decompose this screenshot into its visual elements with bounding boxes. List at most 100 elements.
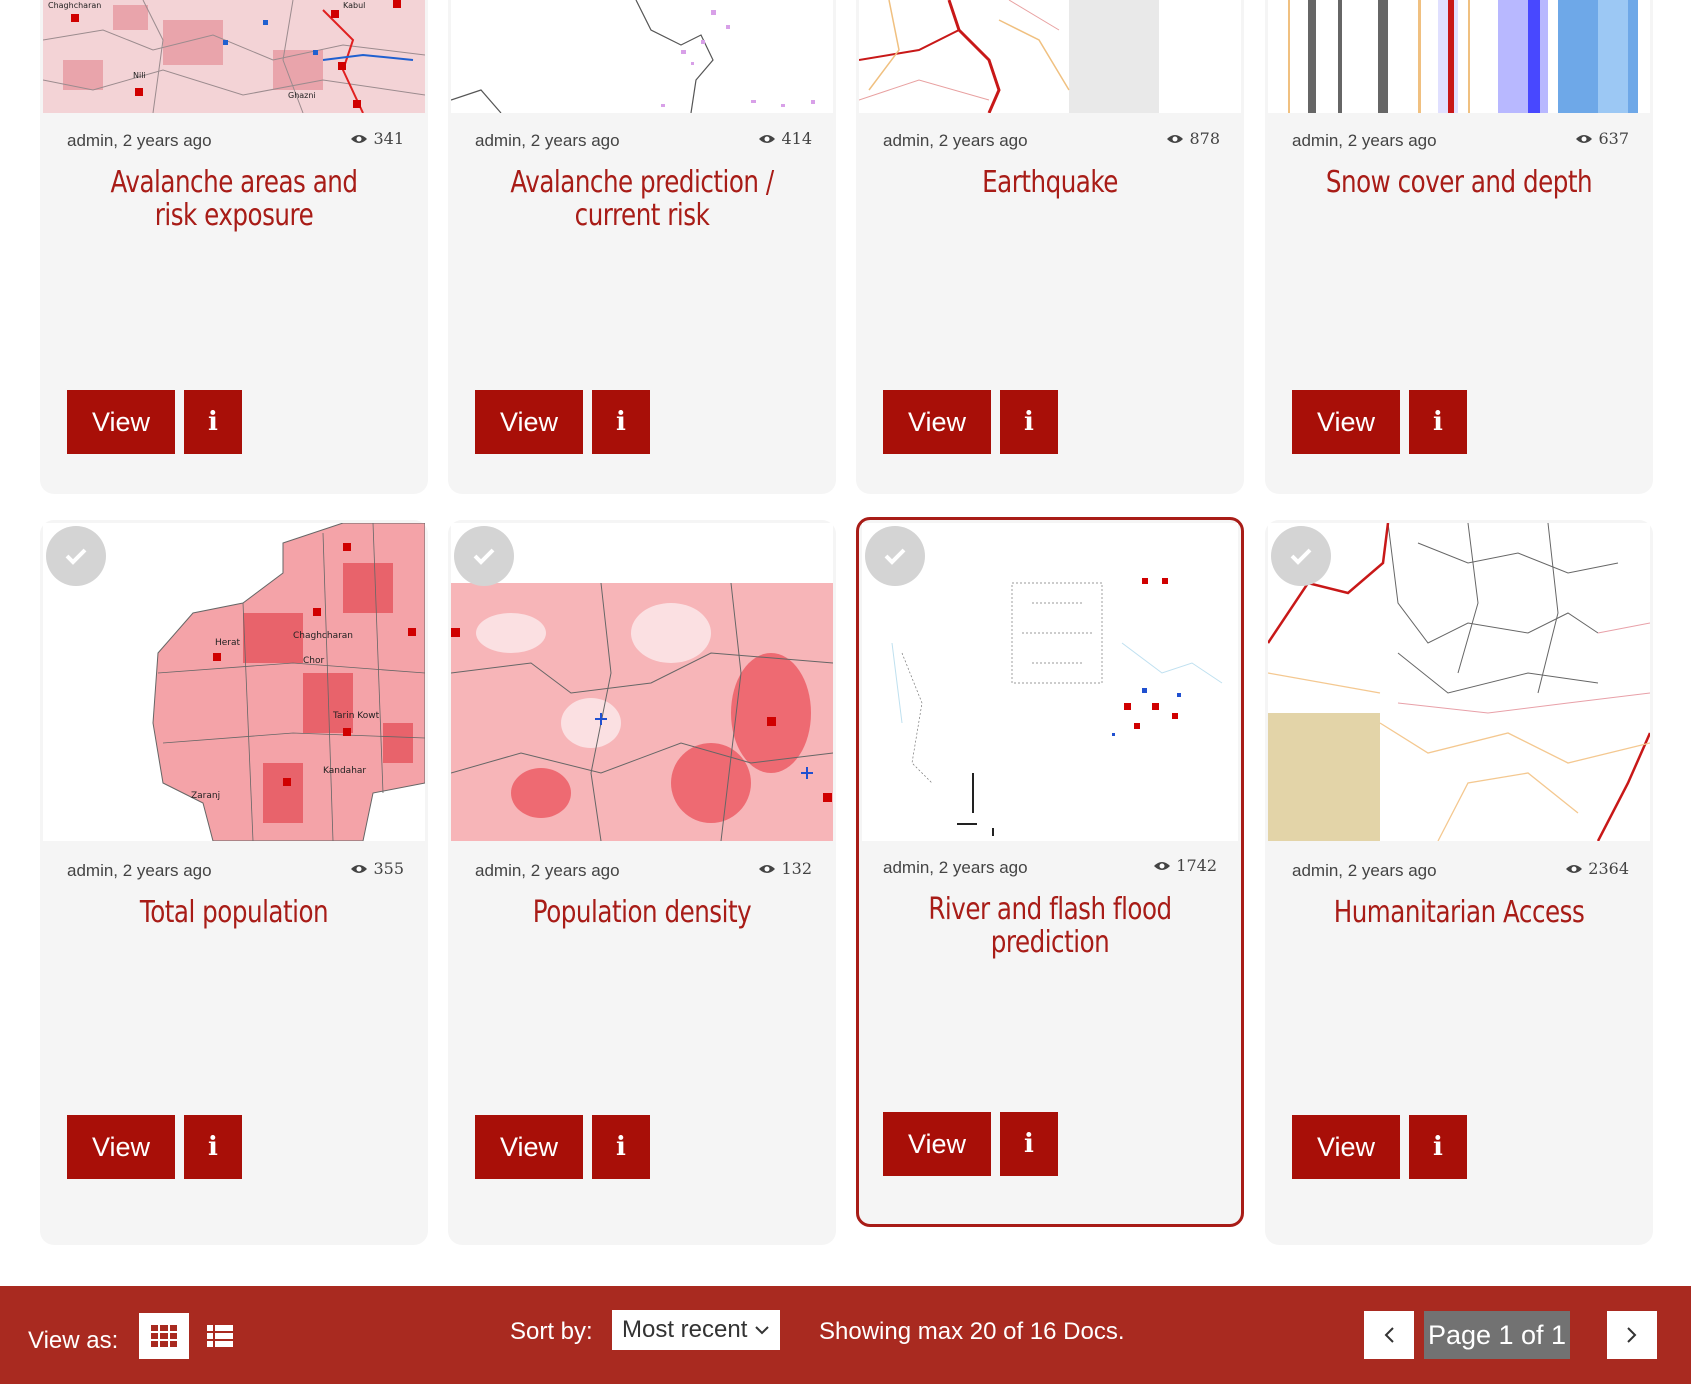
view-count: 341 <box>350 129 404 148</box>
eye-icon <box>759 864 776 873</box>
card-meta: admin, 2 years ago 1742 <box>883 856 1217 880</box>
sort-value: Most recent <box>622 1316 748 1343</box>
eye-icon <box>1154 861 1171 870</box>
svg-text:Zaranj: Zaranj <box>191 791 220 801</box>
doc-card: admin, 2 years ago 637 Snow cover and de… <box>1265 0 1653 494</box>
card-title[interactable]: Total population <box>91 896 376 929</box>
eye-icon <box>1576 134 1593 143</box>
grid-view-button[interactable] <box>139 1313 189 1359</box>
view-button[interactable]: View <box>1292 1115 1400 1179</box>
svg-text:Chaghcharan: Chaghcharan <box>293 631 353 641</box>
card-meta: admin, 2 years ago 637 <box>1292 129 1629 153</box>
view-count-value: 414 <box>781 129 812 148</box>
previous-page-button[interactable] <box>1364 1311 1414 1359</box>
card-meta: admin, 2 years ago 341 <box>67 129 404 153</box>
view-count: 878 <box>1166 129 1220 148</box>
doc-card: admin, 2 years ago 414 Avalanche predict… <box>448 0 836 494</box>
svg-text:Nili: Nili <box>133 71 146 80</box>
doc-card: Chaghcharan Herat Chor Tarin Kowt Zaranj Kand… <box>40 520 428 1245</box>
author-date: admin, 2 years ago <box>475 861 620 880</box>
svg-text:Ghazni: Ghazni <box>288 91 316 100</box>
map-thumbnail[interactable] <box>859 0 1241 113</box>
list-view-button[interactable] <box>195 1313 245 1359</box>
eye-icon <box>1167 134 1184 143</box>
card-meta: admin, 2 years ago 878 <box>883 129 1220 153</box>
next-page-button[interactable] <box>1607 1311 1657 1359</box>
view-count-value: 637 <box>1598 129 1629 148</box>
eye-icon <box>759 134 776 143</box>
info-button[interactable]: i <box>592 1115 650 1179</box>
svg-text:Kandahar: Kandahar <box>323 766 366 776</box>
checkmark-icon <box>473 548 495 565</box>
checkmark-icon <box>1290 548 1312 565</box>
view-count-value: 2364 <box>1588 859 1629 878</box>
select-checkbox[interactable] <box>46 526 106 586</box>
doc-card: admin, 2 years ago 878 Earthquake View i <box>856 0 1244 494</box>
map-thumbnail[interactable] <box>1268 0 1650 113</box>
sort-label: Sort by: <box>510 1318 593 1345</box>
doc-card: admin, 2 years ago 2364 Humanitarian Acc… <box>1265 520 1653 1245</box>
view-button[interactable]: View <box>883 390 991 454</box>
info-button[interactable]: i <box>592 390 650 454</box>
card-title[interactable]: River and flash flood prediction <box>910 893 1190 959</box>
svg-text:Tarin Kowt: Tarin Kowt <box>332 711 380 721</box>
doc-card: Chaghcharan Kabul Nili Ghazni admin, 2 year… <box>40 0 428 494</box>
card-title[interactable]: Earthquake <box>907 166 1192 199</box>
view-button[interactable]: View <box>475 390 583 454</box>
card-meta: admin, 2 years ago 2364 <box>1292 859 1629 883</box>
view-count: 414 <box>758 129 812 148</box>
info-button[interactable]: i <box>1409 390 1467 454</box>
card-title[interactable]: Snow cover and depth <box>1316 166 1601 199</box>
select-checkbox[interactable] <box>1271 526 1331 586</box>
view-button[interactable]: View <box>1292 390 1400 454</box>
view-button[interactable]: View <box>883 1112 991 1176</box>
chevron-down-icon <box>755 1326 770 1335</box>
view-count: 355 <box>350 859 404 878</box>
select-checkbox[interactable] <box>454 526 514 586</box>
view-count: 637 <box>1575 129 1629 148</box>
view-count: 2364 <box>1565 859 1629 878</box>
card-title[interactable]: Avalanche areas and risk exposure <box>91 166 376 232</box>
chevron-right-icon <box>1627 1327 1637 1343</box>
chevron-left-icon <box>1384 1327 1394 1343</box>
eye-icon <box>351 134 368 143</box>
info-button[interactable]: i <box>184 390 242 454</box>
checkmark-icon <box>65 548 87 565</box>
card-title[interactable]: Avalanche prediction / current risk <box>499 166 784 232</box>
map-thumbnail[interactable]: Chaghcharan Kabul Nili Ghazni <box>43 0 425 113</box>
page-indicator: Page 1 of 1 <box>1424 1311 1570 1359</box>
card-title[interactable]: Population density <box>499 896 784 929</box>
author-date: admin, 2 years ago <box>1292 131 1437 150</box>
author-date: admin, 2 years ago <box>475 131 620 150</box>
view-button[interactable]: View <box>475 1115 583 1179</box>
checkmark-icon <box>884 548 906 565</box>
svg-text:Kabul: Kabul <box>343 1 365 10</box>
author-date: admin, 2 years ago <box>67 861 212 880</box>
sort-dropdown[interactable]: Most recent <box>612 1310 780 1350</box>
view-as-label: View as: <box>28 1327 119 1354</box>
view-button[interactable]: View <box>67 1115 175 1179</box>
card-title[interactable]: Humanitarian Access <box>1316 896 1601 929</box>
list-icon <box>207 1325 233 1347</box>
card-meta: admin, 2 years ago 414 <box>475 129 812 153</box>
doc-card: admin, 2 years ago 132 Population densit… <box>448 520 836 1245</box>
author-date: admin, 2 years ago <box>1292 861 1437 880</box>
view-button[interactable]: View <box>67 390 175 454</box>
svg-text:Chaghcharan: Chaghcharan <box>48 1 101 10</box>
info-button[interactable]: i <box>1000 390 1058 454</box>
author-date: admin, 2 years ago <box>67 131 212 150</box>
view-count-value: 341 <box>373 129 404 148</box>
view-count-value: 1742 <box>1176 856 1217 875</box>
map-thumbnail[interactable] <box>451 0 833 113</box>
view-count: 1742 <box>1153 856 1217 875</box>
doc-card-selected: admin, 2 years ago 1742 River and flash … <box>856 517 1244 1227</box>
grid-icon <box>151 1325 177 1347</box>
view-count-value: 878 <box>1189 129 1220 148</box>
info-button[interactable]: i <box>184 1115 242 1179</box>
select-checkbox[interactable] <box>865 526 925 586</box>
info-button[interactable]: i <box>1000 1112 1058 1176</box>
author-date: admin, 2 years ago <box>883 131 1028 150</box>
info-button[interactable]: i <box>1409 1115 1467 1179</box>
results-toolbar: View as: Sort by: Most recent Showing ma… <box>0 1286 1691 1384</box>
eye-icon <box>1566 864 1583 873</box>
